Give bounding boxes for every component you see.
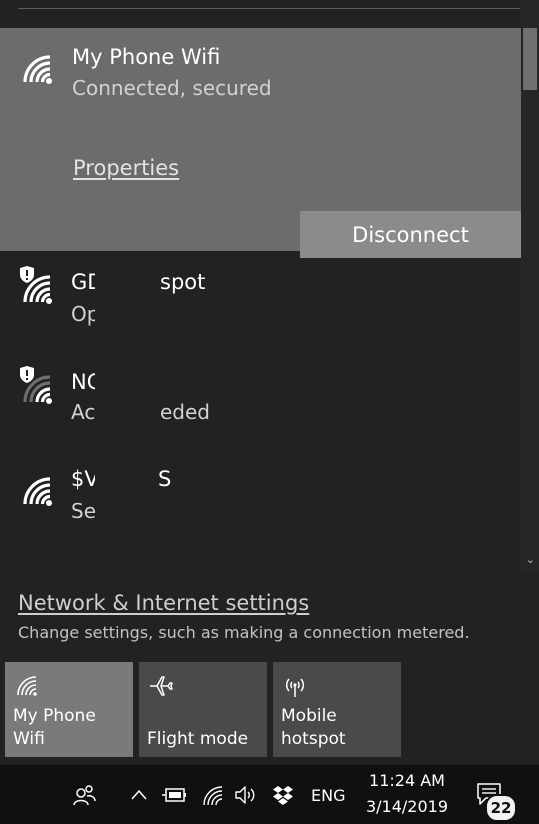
network-name-end: spot — [160, 270, 206, 294]
scrollbar[interactable]: ⌄ — [521, 0, 539, 574]
taskbar: ENG 11:24 AM 3/14/2019 22 — [0, 765, 539, 824]
network-status-end: eded — [160, 400, 210, 424]
connected-network-panel[interactable]: My Phone Wifi Connected, secured Propert… — [0, 28, 521, 258]
flight-mode-tile[interactable]: Flight mode — [139, 662, 267, 757]
network-list-item[interactable]: $V S Se — [0, 450, 521, 546]
mobile-hotspot-tile[interactable]: Mobile hotspot — [273, 662, 401, 757]
wifi-icon — [23, 477, 52, 506]
wifi-icon[interactable] — [202, 785, 224, 807]
tile-label: Flight mode — [147, 729, 249, 749]
clock-time[interactable]: 11:24 AM — [364, 771, 450, 790]
divider — [18, 8, 520, 9]
wifi-icon — [17, 676, 37, 696]
scroll-down-icon[interactable]: ⌄ — [526, 553, 535, 566]
language-indicator[interactable]: ENG — [311, 786, 345, 805]
notification-count-badge: 22 — [485, 794, 517, 822]
connected-network-status: Connected, secured — [72, 76, 272, 100]
redaction — [95, 266, 157, 336]
network-list-item[interactable]: NC Ac eded — [0, 352, 521, 448]
volume-icon[interactable] — [234, 785, 260, 805]
tile-label: Mobile hotspot — [281, 706, 346, 749]
battery-icon[interactable] — [162, 785, 188, 805]
network-list-item[interactable]: GD spot Op — [0, 252, 521, 348]
hotspot-icon — [285, 678, 305, 697]
wifi-shield-icon — [20, 266, 52, 304]
wifi-toggle-tile[interactable]: My Phone Wifi — [5, 662, 133, 757]
redaction — [95, 464, 157, 534]
network-settings-description: Change settings, such as making a connec… — [18, 623, 470, 642]
wifi-shield-icon — [20, 366, 52, 404]
airplane-icon — [150, 676, 173, 696]
network-name-end: S — [158, 467, 172, 491]
scrollbar-thumb[interactable] — [523, 28, 537, 90]
dropbox-icon[interactable] — [272, 784, 294, 806]
clock-date[interactable]: 3/14/2019 — [364, 797, 450, 816]
connected-network-name: My Phone Wifi — [72, 45, 221, 69]
chevron-up-icon[interactable] — [130, 787, 148, 801]
tile-label: My Phone Wifi — [13, 706, 96, 749]
people-icon[interactable] — [73, 783, 97, 807]
network-status-start: Ac — [71, 400, 96, 424]
wifi-icon — [23, 55, 52, 84]
network-settings-link[interactable]: Network & Internet settings — [18, 591, 309, 615]
redaction — [95, 366, 157, 436]
network-flyout: My Phone Wifi Connected, secured Propert… — [0, 0, 539, 765]
disconnect-button[interactable]: Disconnect — [300, 211, 521, 258]
network-status-start: Se — [71, 499, 96, 523]
properties-link[interactable]: Properties — [73, 156, 179, 180]
